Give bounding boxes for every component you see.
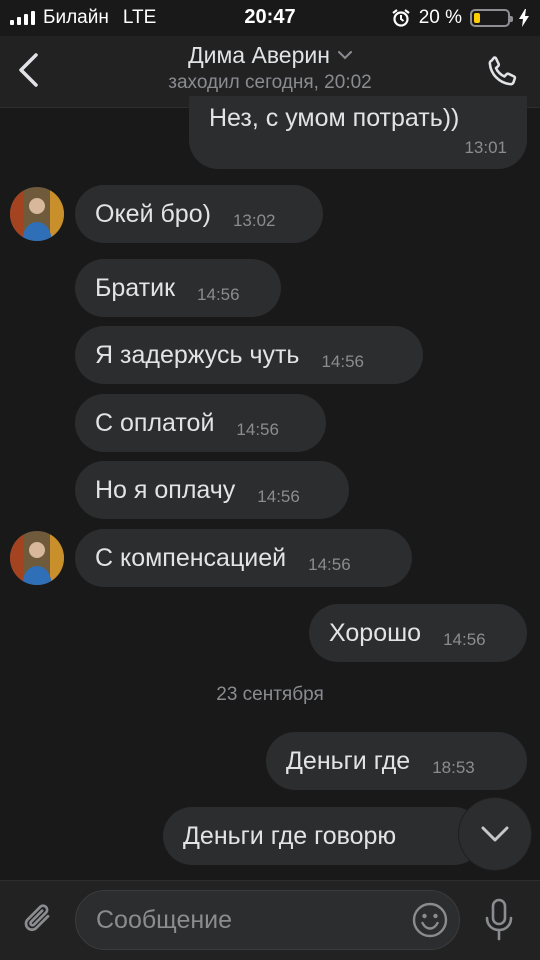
attach-button[interactable] [18,899,60,941]
chevron-down-icon [481,826,509,842]
date-separator: 23 сентября [216,684,324,705]
emoji-icon [412,902,448,938]
message-bubble-incoming[interactable]: Я задержусь чуть 14:56 [75,326,423,384]
message-bubble-incoming[interactable]: Окей бро) 13:02 [75,185,323,243]
message-bubble-outgoing[interactable]: Нез, с умом потрать)) 13:01 [189,96,527,169]
message-text: Но я оплачу [95,475,236,504]
message-time: 13:01 [464,138,507,157]
message-time: 18:53 [432,758,475,777]
avatar-image [10,187,64,241]
contact-info[interactable]: Дима Аверин заходил сегодня, 20:02 [0,42,540,94]
message-text: Я задержусь чуть [95,340,300,369]
message-text: Нез, с умом потрать)) [209,104,460,132]
message-text: Деньги где [286,746,411,775]
contact-name: Дима Аверин [188,42,330,68]
scroll-down-button[interactable] [459,798,531,870]
message-text: С оплатой [95,408,215,437]
message-text: Деньги где говорю [183,821,397,850]
message-input[interactable] [96,891,396,949]
message-time: 13:02 [232,211,276,230]
status-bar: Билайн LTE 20:47 20 % [0,0,540,36]
message-bubble-incoming[interactable]: Братик 14:56 [75,259,281,317]
call-button[interactable] [480,50,524,94]
message-bubble-outgoing[interactable]: Деньги где 18:53 [266,732,527,790]
charging-icon [519,9,529,27]
attach-icon [24,904,50,931]
last-seen: заходил сегодня, 20:02 [168,72,372,93]
message-time: 14:56 [236,420,279,439]
phone-icon [488,56,517,86]
avatar[interactable] [10,187,64,241]
battery-level [474,13,481,23]
battery-icon [470,9,513,27]
message-time: 14:56 [197,285,240,304]
message-input-box[interactable] [75,890,460,950]
emoji-button[interactable] [411,901,449,939]
message-bubble-incoming[interactable]: Но я оплачу 14:56 [75,461,349,519]
avatar[interactable] [10,531,64,585]
message-time: 14:56 [308,555,351,574]
message-bubble-incoming[interactable]: С оплатой 14:56 [75,394,326,452]
message-text: Хорошо [329,618,422,647]
message-bubble-outgoing[interactable]: Хорошо 14:56 [309,604,527,662]
alarm-icon [392,9,410,27]
message-bubble-outgoing[interactable]: Деньги где говорю [163,807,483,865]
message-time: 14:56 [257,487,300,506]
message-time: 14:56 [321,352,365,371]
message-text: Братик [95,273,176,302]
message-bubble-incoming[interactable]: С компенсацией 14:56 [75,529,412,587]
voice-message-button[interactable] [480,897,518,943]
chevron-down-icon [337,51,352,60]
microphone-icon [485,898,513,941]
battery-percent: 20 % [418,7,462,28]
message-text: С компенсацией [95,543,287,572]
avatar-image [10,531,64,585]
message-text: Окей бро) [95,199,211,228]
message-time: 14:56 [443,630,486,649]
message-composer [0,880,540,960]
